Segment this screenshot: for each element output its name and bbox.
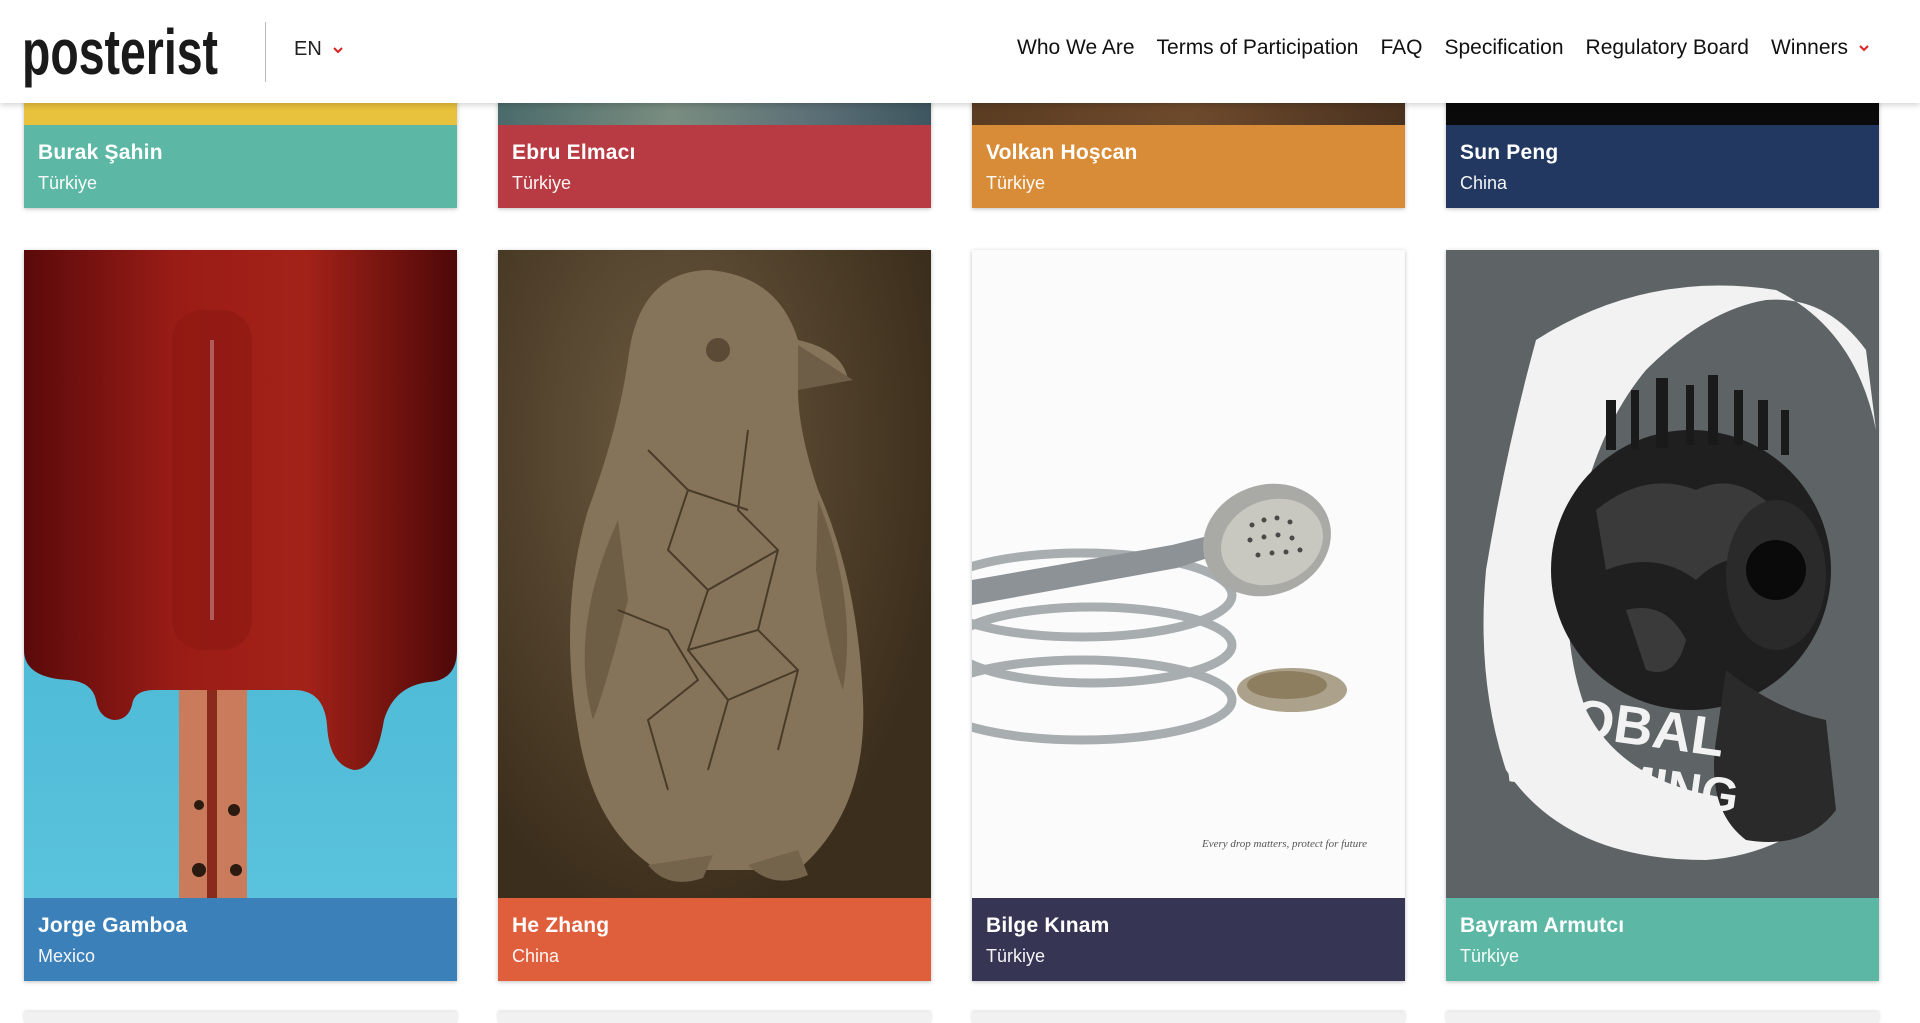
artist-country: China xyxy=(1460,173,1508,193)
shower-head-poster: Every drop matters, protect for future xyxy=(972,250,1405,898)
artist-country: Türkiye xyxy=(986,946,1046,966)
artist-country: Türkiye xyxy=(512,173,572,193)
entry-card[interactable]: Ebru Elmacı Türkiye xyxy=(498,90,931,208)
artist-name: Burak Şahin xyxy=(38,141,163,164)
artist-name: He Zhang xyxy=(512,914,610,937)
entry-caption: Bayram Armutcı Türkiye xyxy=(1446,898,1879,981)
entry-card[interactable]: Every drop matters, protect for future B… xyxy=(972,250,1405,981)
entry-card[interactable]: Burak Şahin Türkiye xyxy=(24,90,457,208)
artist-name: Bayram Armutcı xyxy=(1460,914,1625,937)
main-nav: Who We Are Terms of Participation FAQ Sp… xyxy=(1017,36,1870,60)
entry-card[interactable]: Sun Peng China xyxy=(1446,90,1879,208)
artist-name: Ebru Elmacı xyxy=(512,141,636,164)
artist-name: Volkan Hoşcan xyxy=(986,141,1138,164)
artist-country: China xyxy=(512,946,560,966)
thermometer-popsicle-poster xyxy=(24,250,457,898)
logo-text: posterist xyxy=(22,16,218,88)
artist-name: Jorge Gamboa xyxy=(38,914,188,937)
site-header: posterist EN Who We Are Terms of Partici… xyxy=(0,0,1920,103)
poster-caption: Every drop matters, protect for future xyxy=(1201,838,1367,850)
artist-name: Bilge Kınam xyxy=(986,914,1110,937)
posterist-logo[interactable]: posterist xyxy=(22,12,222,92)
entry-caption: Burak Şahin Türkiye xyxy=(24,125,457,208)
header-divider xyxy=(265,22,266,82)
entry-card[interactable]: He Zhang China xyxy=(498,250,931,981)
nav-regulatory-board[interactable]: Regulatory Board xyxy=(1586,36,1749,60)
entry-card[interactable] xyxy=(24,1012,457,1023)
entry-card[interactable] xyxy=(1446,1012,1879,1023)
nav-who-we-are[interactable]: Who We Are xyxy=(1017,36,1135,60)
entry-card[interactable]: Volkan Hoşcan Türkiye xyxy=(972,90,1405,208)
nav-winners[interactable]: Winners xyxy=(1771,36,1870,60)
entry-card[interactable] xyxy=(498,1012,931,1023)
artist-name: Sun Peng xyxy=(1460,141,1559,164)
nav-winners-label: Winners xyxy=(1770,36,1848,59)
artist-country: Türkiye xyxy=(1460,946,1520,966)
nav-faq[interactable]: FAQ xyxy=(1380,36,1422,60)
nav-terms[interactable]: Terms of Participation xyxy=(1157,36,1359,60)
entry-caption: Sun Peng China xyxy=(1446,125,1879,208)
entry-caption: Volkan Hoşcan Türkiye xyxy=(972,125,1405,208)
entry-caption: Ebru Elmacı Türkiye xyxy=(498,125,931,208)
entry-caption: Bilge Kınam Türkiye xyxy=(972,898,1405,981)
entry-caption: He Zhang China xyxy=(498,898,931,981)
global-warming-poster: GLOBAL WARMING xyxy=(1446,250,1879,898)
artist-country: Türkiye xyxy=(38,173,98,193)
entry-caption: Jorge Gamboa Mexico xyxy=(24,898,457,981)
chevron-down-icon xyxy=(333,46,343,53)
language-label: EN xyxy=(294,38,322,60)
entry-card[interactable]: GLOBAL WARMING Bayram Armutcı Türkiye xyxy=(1446,250,1879,981)
entry-card[interactable] xyxy=(972,1012,1405,1023)
chevron-down-icon xyxy=(1859,45,1869,52)
language-selector[interactable]: EN xyxy=(294,38,344,61)
artist-country: Mexico xyxy=(38,946,96,966)
artist-country: Türkiye xyxy=(986,173,1046,193)
nav-specification[interactable]: Specification xyxy=(1444,36,1563,60)
entry-card[interactable]: Jorge Gamboa Mexico xyxy=(24,250,457,981)
cracked-penguin-poster xyxy=(498,250,931,898)
